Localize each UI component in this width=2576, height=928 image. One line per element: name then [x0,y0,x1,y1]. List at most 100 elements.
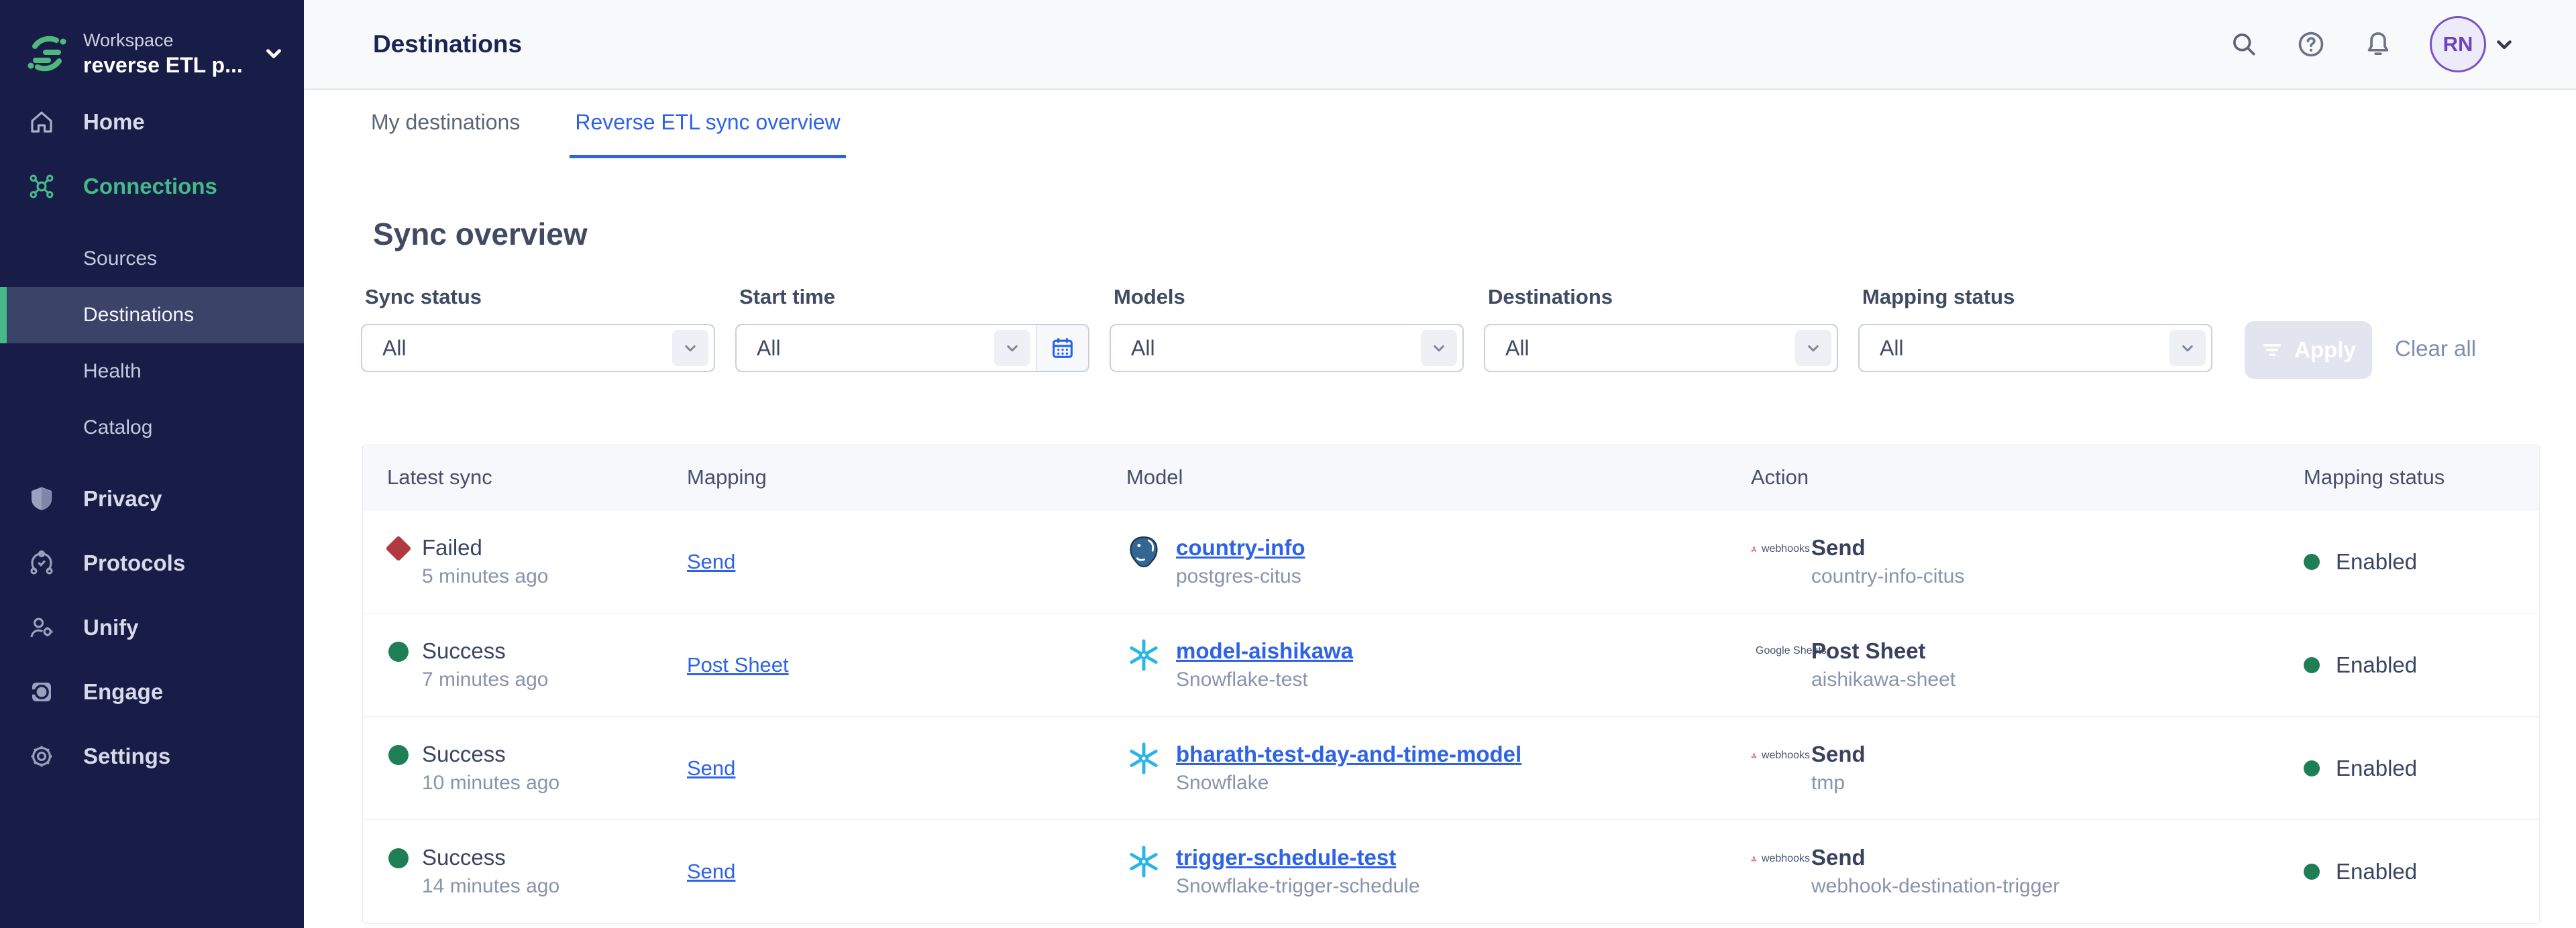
sidebar-item-label: Unify [83,615,139,640]
gear-icon [27,742,56,771]
model-source: postgres-citus [1176,563,1305,591]
main-content: Destinations RN My destinations Rever [304,0,2576,928]
filter-sync-status: Sync status All [361,285,715,372]
chevron-down-icon[interactable] [2169,330,2206,366]
tab-reverse-etl-sync-overview[interactable]: Reverse ETL sync overview [570,90,845,158]
filter-start-time: Start time All [735,285,1089,372]
sidebar-item-health[interactable]: Health [0,343,304,400]
sync-status-select[interactable]: All [361,324,715,372]
filter-mapping-status: Mapping status All [1858,285,2212,372]
tab-my-destinations[interactable]: My destinations [366,90,525,158]
snowflake-icon [1126,844,1161,879]
table-row: Success 10 minutes ago Send bharath-tes [363,717,2539,820]
column-header-latest-sync: Latest sync [363,465,687,489]
sidebar-item-privacy[interactable]: Privacy [0,467,304,531]
action-destination: country-info-citus [1811,563,1964,591]
model-source: Snowflake-test [1176,666,1353,694]
workspace-label: Workspace [83,29,262,52]
clear-all-link[interactable]: Clear all [2395,336,2476,361]
model-link[interactable]: trigger-schedule-test [1176,843,1420,872]
sync-status: Success [422,636,548,666]
sidebar-item-home[interactable]: Home [0,90,304,154]
topbar: Destinations RN [304,0,2576,90]
destinations-select[interactable]: All [1484,324,1838,372]
calendar-icon[interactable] [1036,325,1088,371]
workspace-switcher[interactable]: Workspace reverse ETL p... [0,0,304,87]
chevron-down-icon[interactable] [994,330,1030,366]
sync-time: 7 minutes ago [422,666,548,694]
sidebar-item-sources[interactable]: Sources [0,231,304,287]
webhooks-logo: webhooks [1751,850,1810,868]
column-header-model: Model [1126,465,1751,489]
sidebar-item-unify[interactable]: Unify [0,595,304,660]
sidebar-item-catalog[interactable]: Catalog [0,400,304,456]
sync-overview-table: Latest sync Mapping Model Action Mapping… [362,445,2540,924]
column-header-mapping: Mapping [687,465,1126,489]
sidebar-item-protocols[interactable]: Protocols [0,531,304,595]
unify-icon [27,613,56,642]
snowflake-icon [1126,741,1161,776]
apply-button[interactable]: Apply [2245,321,2372,379]
sidebar-item-destinations[interactable]: Destinations [0,287,304,343]
filter-models: Models All [1110,285,1464,372]
mapping-link[interactable]: Send [687,756,735,780]
sidebar-item-engage[interactable]: Engage [0,660,304,724]
success-status-icon [388,745,409,765]
model-source: Snowflake [1176,769,1521,797]
mapping-link[interactable]: Post Sheet [687,653,789,677]
table-row: Success 7 minutes ago Post Sheet model- [363,614,2539,717]
models-select[interactable]: All [1110,324,1464,372]
help-icon[interactable] [2296,29,2326,60]
search-icon[interactable] [2229,29,2259,60]
table-header: Latest sync Mapping Model Action Mapping… [363,445,2539,510]
sync-time: 5 minutes ago [422,563,548,591]
filter-icon [2261,339,2284,361]
success-status-icon [388,848,409,868]
chevron-down-icon [2493,33,2516,56]
sync-status: Failed [422,533,548,563]
topbar-actions: RN [2229,16,2516,72]
bell-icon[interactable] [2363,29,2394,60]
action-destination: webhook-destination-trigger [1811,872,2059,901]
sync-status: Success [422,843,559,872]
model-link[interactable]: bharath-test-day-and-time-model [1176,740,1521,769]
table-row: Success 14 minutes ago Send trigger-sch [363,820,2539,923]
snowflake-icon [1126,638,1161,673]
enabled-status-icon [2304,657,2320,673]
sidebar-item-label: Connections [83,174,217,199]
sidebar-item-label: Home [83,109,145,135]
sidebar-item-label: Engage [83,679,163,705]
mapping-link[interactable]: Send [687,550,735,573]
sidebar-item-connections[interactable]: Connections [0,154,304,219]
workspace-name: reverse ETL p... [83,52,262,78]
chevron-down-icon[interactable] [1421,330,1457,366]
column-header-action: Action [1751,465,2304,489]
page-title: Destinations [373,30,522,58]
home-icon [27,107,56,137]
action-destination: aishikawa-sheet [1811,666,1955,694]
mapping-status: Enabled [2336,652,2417,678]
filter-label: Sync status [361,285,715,309]
segment-logo-icon [25,32,68,75]
start-time-select[interactable]: All [735,324,1089,372]
action-title: Send [1811,740,1866,769]
model-link[interactable]: country-info [1176,533,1305,563]
model-link[interactable]: model-aishikawa [1176,636,1353,666]
sidebar-item-settings[interactable]: Settings [0,724,304,789]
shield-icon [27,484,56,514]
filter-label: Start time [735,285,1089,309]
chevron-down-icon[interactable] [1795,330,1831,366]
filter-label: Destinations [1484,285,1838,309]
chevron-down-icon[interactable] [672,330,708,366]
mapping-link[interactable]: Send [687,860,735,883]
sidebar-item-label: Protocols [83,550,185,576]
chevron-down-icon [262,42,285,65]
mapping-status-select[interactable]: All [1858,324,2212,372]
avatar[interactable]: RN [2430,16,2486,72]
engage-icon [27,677,56,707]
success-status-icon [388,642,409,662]
user-menu[interactable]: RN [2430,16,2516,72]
sidebar-item-label: Privacy [83,486,162,512]
filter-bar: Sync status All Start time All [361,285,2476,379]
column-header-mapping-status: Mapping status [2304,465,2540,489]
